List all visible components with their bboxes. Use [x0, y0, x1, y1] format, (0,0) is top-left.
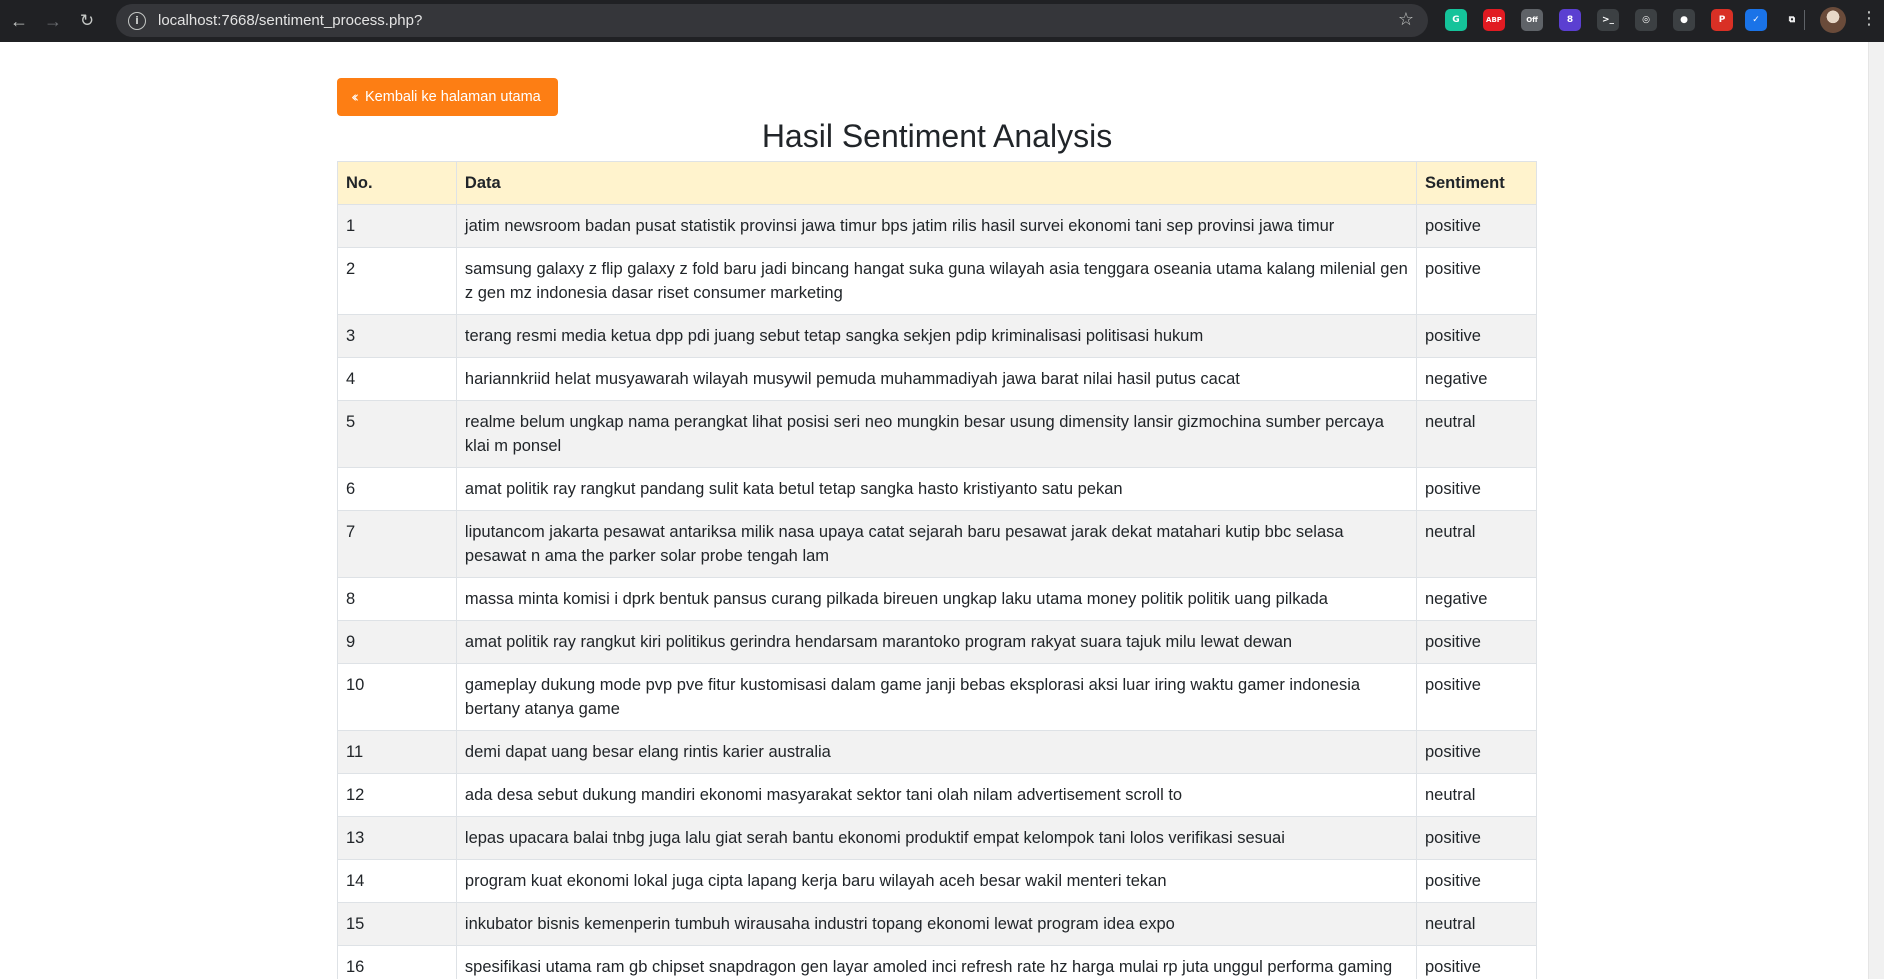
row-data-text: massa minta komisi i dprk bentuk pansus …	[455, 577, 1418, 621]
row-sentiment: positive	[1416, 945, 1537, 979]
row-data-text: program kuat ekonomi lokal juga cipta la…	[455, 859, 1418, 903]
row-number: 1	[337, 204, 457, 248]
row-data-text: inkubator bisnis kemenperin tumbuh wirau…	[455, 902, 1418, 946]
row-number: 14	[337, 859, 457, 903]
row-data-text: amat politik ray rangkut kiri politikus …	[455, 620, 1418, 664]
row-sentiment: positive	[1416, 620, 1537, 664]
address-bar[interactable]: i localhost:7668/sentiment_process.php? …	[116, 4, 1428, 37]
row-number: 4	[337, 357, 457, 401]
robot-extension-icon[interactable]: ●	[1673, 9, 1695, 31]
row-data-text: ada desa sebut dukung mandiri ekonomi ma…	[455, 773, 1418, 817]
row-data-text: jatim newsroom badan pusat statistik pro…	[455, 204, 1418, 248]
page-content: ‹‹ Kembali ke halaman utama Hasil Sentim…	[0, 42, 1868, 979]
row-sentiment: positive	[1416, 663, 1537, 731]
terminal-extension-icon[interactable]: >_	[1597, 9, 1619, 31]
checkmark-extension-icon[interactable]: ✓	[1745, 9, 1767, 31]
sentiment-results-table: No. Data Sentiment 1 jatim newsroom badan…	[337, 161, 1537, 979]
row-number: 2	[337, 247, 457, 315]
reload-icon[interactable]: ↻	[72, 6, 102, 36]
header-no: No.	[337, 161, 457, 205]
table-row: 5 realme belum ungkap nama perangkat liha…	[337, 400, 1537, 468]
table-row: 16 spesifikasi utama ram gb chipset snapd…	[337, 945, 1537, 979]
row-sentiment: neutral	[1416, 400, 1537, 468]
table-row: 4 hariannkriid helat musyawarah wilayah m…	[337, 357, 1537, 401]
row-data-text: lepas upacara balai tnbg juga lalu giat …	[455, 816, 1418, 860]
row-data-text: liputancom jakarta pesawat antariksa mil…	[455, 510, 1418, 578]
forward-arrow-icon[interactable]: →	[38, 6, 68, 36]
row-sentiment: neutral	[1416, 902, 1537, 946]
row-number: 3	[337, 314, 457, 358]
row-number: 11	[337, 730, 457, 774]
double-chevron-left-icon: ‹‹	[351, 88, 359, 106]
table-body: 1 jatim newsroom badan pusat statistik pr…	[337, 204, 1537, 979]
table-row: 11 demi dapat uang besar elang rintis kar…	[337, 730, 1537, 774]
adblock-plus-extension-icon[interactable]: ABP	[1483, 9, 1505, 31]
table-row: 8 massa minta komisi i dprk bentuk pansus…	[337, 577, 1537, 621]
row-data-text: hariannkriid helat musyawarah wilayah mu…	[455, 357, 1418, 401]
row-data-text: realme belum ungkap nama perangkat lihat…	[455, 400, 1418, 468]
address-bar-url[interactable]: localhost:7668/sentiment_process.php?	[158, 12, 422, 29]
back-to-home-button[interactable]: ‹‹ Kembali ke halaman utama	[337, 78, 558, 116]
row-data-text: demi dapat uang besar elang rintis karie…	[455, 730, 1418, 774]
puzzle-extension-icon[interactable]: ⧉	[1781, 9, 1803, 31]
row-data-text: terang resmi media ketua dpp pdi juang s…	[455, 314, 1418, 358]
bookmark-star-icon[interactable]: ☆	[1398, 9, 1414, 30]
p-extension-icon[interactable]: P	[1711, 9, 1733, 31]
row-number: 10	[337, 663, 457, 731]
table-row: 9 amat politik ray rangkut kiri politikus…	[337, 620, 1537, 664]
browser-menu-icon[interactable]: ⋮	[1860, 8, 1878, 29]
row-sentiment: positive	[1416, 467, 1537, 511]
table-row: 2 samsung galaxy z flip galaxy z fold bar…	[337, 247, 1537, 315]
row-number: 9	[337, 620, 457, 664]
row-number: 7	[337, 510, 457, 578]
profile-avatar[interactable]	[1820, 7, 1846, 33]
page-scrollbar[interactable]	[1868, 42, 1884, 979]
row-sentiment: negative	[1416, 357, 1537, 401]
row-number: 5	[337, 400, 457, 468]
grammarly-extension-icon[interactable]: G	[1445, 9, 1467, 31]
row-sentiment: positive	[1416, 816, 1537, 860]
table-row: 14 program kuat ekonomi lokal juga cipta …	[337, 859, 1537, 903]
row-number: 12	[337, 773, 457, 817]
table-row: 12 ada desa sebut dukung mandiri ekonomi …	[337, 773, 1537, 817]
row-number: 15	[337, 902, 457, 946]
row-sentiment: positive	[1416, 730, 1537, 774]
page-title: Hasil Sentiment Analysis	[761, 118, 1113, 154]
row-sentiment: positive	[1416, 204, 1537, 248]
row-number: 6	[337, 467, 457, 511]
purple-extension-icon[interactable]: 8	[1559, 9, 1581, 31]
browser-toolbar: ← → ↻ i localhost:7668/sentiment_process…	[0, 0, 1884, 42]
header-sentiment: Sentiment	[1416, 161, 1537, 205]
row-data-text: spesifikasi utama ram gb chipset snapdra…	[455, 945, 1418, 979]
row-sentiment: positive	[1416, 314, 1537, 358]
row-sentiment: negative	[1416, 577, 1537, 621]
row-sentiment: positive	[1416, 859, 1537, 903]
row-data-text: amat politik ray rangkut pandang sulit k…	[455, 467, 1418, 511]
row-data-text: samsung galaxy z flip galaxy z fold baru…	[455, 247, 1418, 315]
table-row: 7 liputancom jakarta pesawat antariksa mi…	[337, 510, 1537, 578]
row-sentiment: neutral	[1416, 773, 1537, 817]
row-data-text: gameplay dukung mode pvp pve fitur kusto…	[455, 663, 1418, 731]
row-sentiment: neutral	[1416, 510, 1537, 578]
target-extension-icon[interactable]: ◎	[1635, 9, 1657, 31]
table-row: 6 amat politik ray rangkut pandang sulit …	[337, 467, 1537, 511]
row-number: 8	[337, 577, 457, 621]
toolbar-divider	[1804, 10, 1805, 30]
table-row: 13 lepas upacara balai tnbg juga lalu gia…	[337, 816, 1537, 860]
table-header-row: No. Data Sentiment	[337, 161, 1537, 205]
site-info-icon[interactable]: i	[128, 11, 146, 30]
table-row: 10 gameplay dukung mode pvp pve fitur kus…	[337, 663, 1537, 731]
table-row: 3 terang resmi media ketua dpp pdi juang …	[337, 314, 1537, 358]
row-number: 13	[337, 816, 457, 860]
table-row: 1 jatim newsroom badan pusat statistik pr…	[337, 204, 1537, 248]
row-sentiment: positive	[1416, 247, 1537, 315]
header-data: Data	[455, 161, 1418, 205]
off-extension-icon[interactable]: Off	[1521, 9, 1543, 31]
table-row: 15 inkubator bisnis kemenperin tumbuh wir…	[337, 902, 1537, 946]
back-arrow-icon[interactable]: ←	[4, 6, 34, 36]
back-to-home-label: Kembali ke halaman utama	[365, 89, 541, 105]
row-number: 16	[337, 945, 457, 979]
